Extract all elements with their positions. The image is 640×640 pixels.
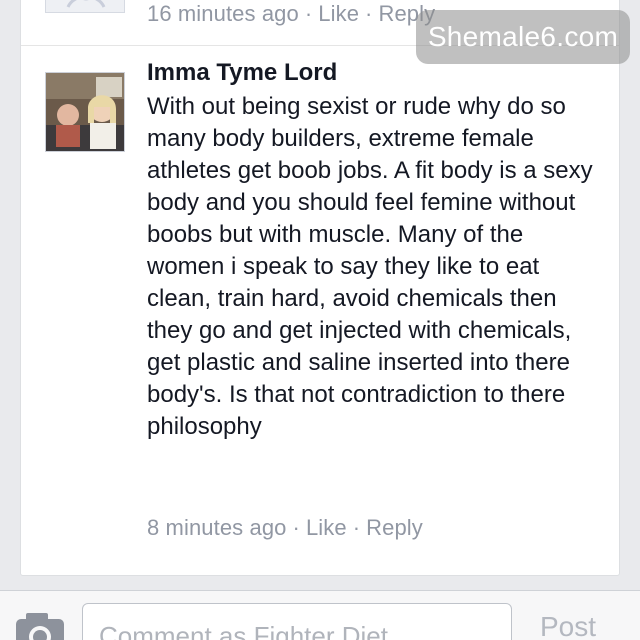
previous-comment-time: 16 minutes ago	[147, 1, 299, 26]
comment-composer: Post	[0, 590, 640, 640]
separator-dot: ·	[304, 1, 313, 26]
comment-card: 16 minutes ago · Like · Reply Imma Tyme Lord…	[20, 0, 620, 576]
comment-body: With out being sexist or rude why do so …	[147, 93, 593, 440]
separator-dot: ·	[352, 515, 361, 540]
post-button[interactable]: Post	[540, 611, 596, 640]
like-link[interactable]: Like	[306, 515, 347, 540]
comment-meta: 8 minutes ago · Like · Reply	[147, 515, 423, 541]
comment-time: 8 minutes ago	[147, 515, 287, 540]
comment-author[interactable]: Imma Tyme Lord	[147, 59, 337, 87]
separator-dot: ·	[365, 1, 373, 26]
comment-input[interactable]	[82, 603, 512, 640]
camera-button[interactable]	[12, 613, 68, 640]
avatar-placeholder-icon	[66, 0, 106, 8]
commenter-avatar[interactable]	[45, 72, 125, 152]
previous-comment-meta: 16 minutes ago · Like · Reply	[147, 1, 435, 27]
reply-link[interactable]: Reply	[366, 515, 423, 540]
like-link[interactable]: Like	[318, 1, 359, 26]
camera-icon	[16, 613, 64, 640]
profile-photo	[46, 73, 124, 151]
previous-comment-avatar[interactable]	[45, 0, 125, 13]
watermark: Shemale6.com	[416, 10, 630, 64]
separator-dot: ·	[292, 515, 300, 540]
